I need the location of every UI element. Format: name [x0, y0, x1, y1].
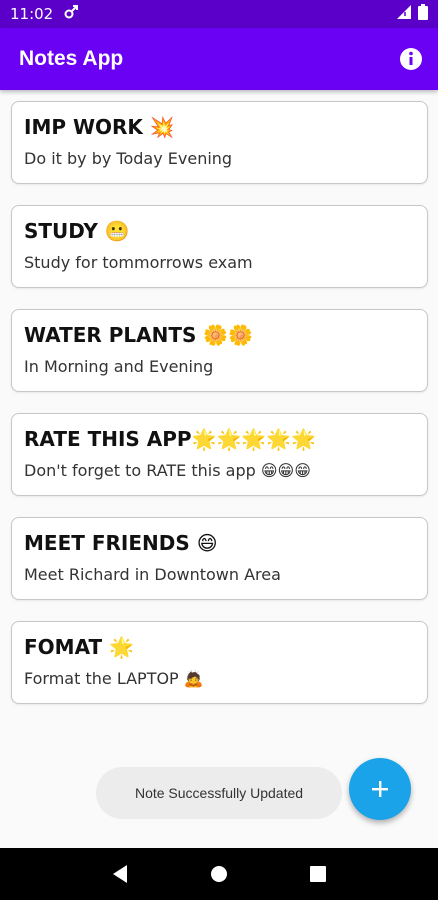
note-body: Meet Richard in Downtown Area	[24, 565, 281, 584]
note-card[interactable]: STUDY 😬 Study for tommorrows exam	[11, 205, 428, 288]
plus-icon	[372, 781, 388, 797]
back-icon[interactable]	[105, 859, 135, 889]
note-title: WATER PLANTS 🌼🌼	[24, 323, 254, 347]
notification-icon	[63, 4, 79, 24]
battery-icon	[418, 4, 428, 24]
add-note-button[interactable]	[349, 758, 411, 820]
app-bar: Notes App	[0, 28, 438, 90]
recents-icon[interactable]	[303, 859, 333, 889]
system-nav-bar	[0, 848, 438, 900]
note-card[interactable]: IMP WORK 💥 Do it by by Today Evening	[11, 101, 428, 184]
note-card[interactable]: MEET FRIENDS 😄 Meet Richard in Downtown …	[11, 517, 428, 600]
info-icon[interactable]	[398, 46, 424, 72]
notes-list: IMP WORK 💥 Do it by by Today Evening STU…	[11, 101, 428, 725]
note-body: Format the LAPTOP 🙇	[24, 669, 204, 688]
note-title: IMP WORK 💥	[24, 115, 175, 139]
status-time: 11:02	[10, 5, 54, 23]
signal-icon	[396, 4, 412, 24]
toast-message: Note Successfully Updated	[96, 767, 342, 819]
note-card[interactable]: RATE THIS APP🌟🌟🌟🌟🌟 Don't forget to RATE …	[11, 413, 428, 496]
note-body: Study for tommorrows exam	[24, 253, 253, 272]
status-bar: 11:02	[0, 0, 438, 28]
note-title: MEET FRIENDS 😄	[24, 531, 218, 555]
note-card[interactable]: WATER PLANTS 🌼🌼 In Morning and Evening	[11, 309, 428, 392]
status-left: 11:02	[10, 4, 79, 24]
note-body: Don't forget to RATE this app 😁😁😁	[24, 461, 311, 480]
note-title: RATE THIS APP🌟🌟🌟🌟🌟	[24, 427, 317, 451]
note-body: Do it by by Today Evening	[24, 149, 233, 168]
note-title: STUDY 😬	[24, 219, 130, 243]
note-card[interactable]: FOMAT 🌟 Format the LAPTOP 🙇	[11, 621, 428, 704]
home-icon[interactable]	[204, 859, 234, 889]
status-right	[396, 4, 428, 24]
app-title: Notes App	[19, 47, 124, 70]
note-body: In Morning and Evening	[24, 357, 214, 376]
note-title: FOMAT 🌟	[24, 635, 134, 659]
